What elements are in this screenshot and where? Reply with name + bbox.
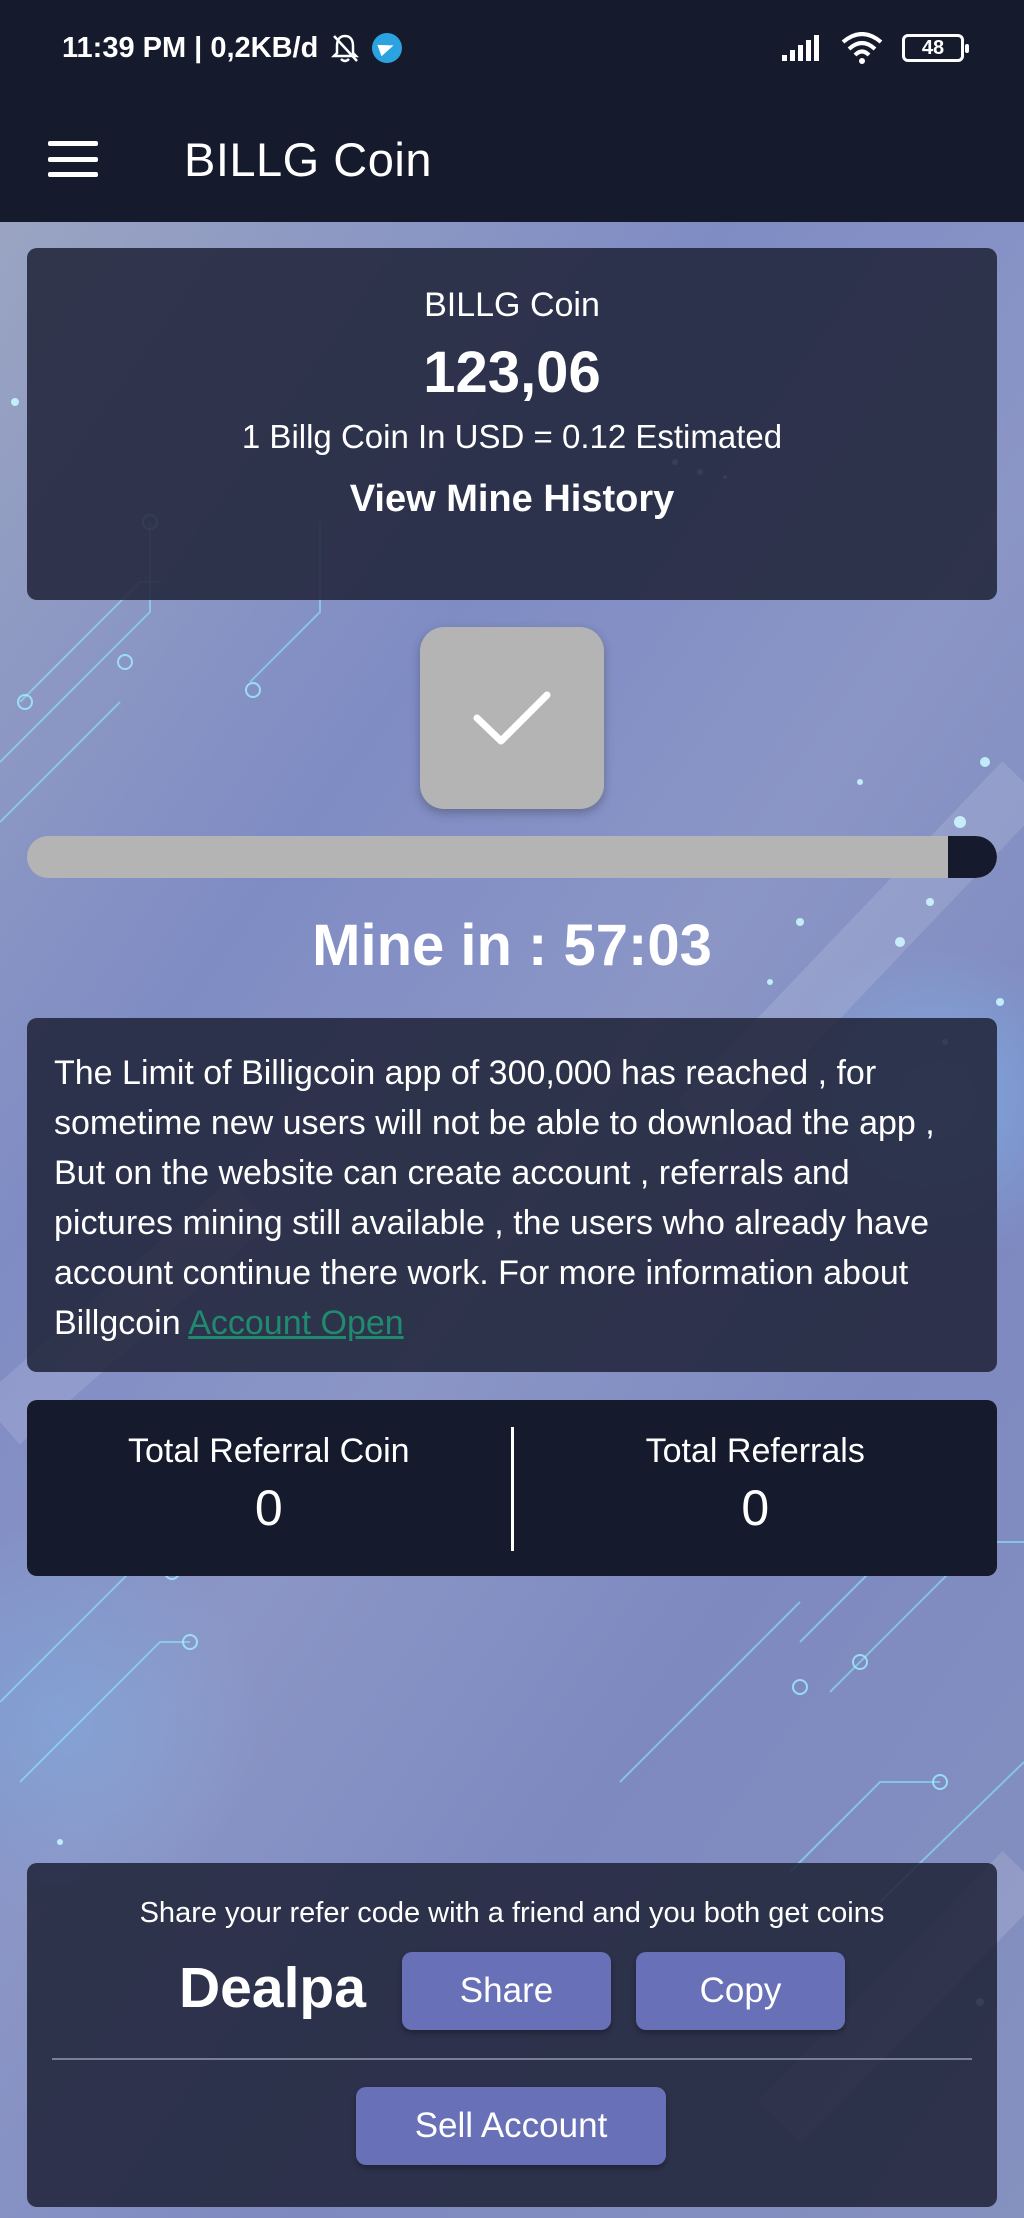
status-bar: 11:39 PM | 0,2KB/d 48: [0, 0, 1024, 96]
view-mine-history-link[interactable]: View Mine History: [27, 478, 997, 521]
bell-off-icon: [331, 34, 360, 63]
app-title: BILLG Coin: [184, 132, 432, 186]
notice-paragraph: The Limit of Billigcoin app of 300,000 h…: [54, 1048, 969, 1348]
status-right: 48: [782, 32, 969, 64]
telegram-icon: [372, 33, 403, 63]
mine-check-button[interactable]: [420, 627, 604, 809]
signal-icon: [782, 35, 819, 61]
status-left: 11:39 PM | 0,2KB/d: [62, 31, 403, 65]
total-referral-coin-label: Total Referral Coin: [127, 1432, 410, 1470]
balance-label: BILLG Coin: [424, 286, 600, 324]
total-referrals-value: 0: [741, 1480, 770, 1536]
total-referral-coin-value: 0: [254, 1480, 283, 1536]
share-card: Share your refer code with a friend and …: [27, 1863, 997, 2207]
app-bar: BILLG Coin: [0, 96, 1024, 222]
notice-card: The Limit of Billigcoin app of 300,000 h…: [27, 1018, 997, 1372]
balance-value: 123,06: [423, 340, 601, 405]
balance-card: BILLG Coin 123,06 1 Billg Coin In USD = …: [27, 248, 997, 600]
refer-code: Dealpa: [179, 1956, 366, 2020]
battery-icon: 48: [902, 34, 969, 62]
share-row: Dealpa Share Copy: [27, 1949, 997, 2031]
checkmark-icon: [473, 691, 551, 745]
share-instruction-text: Share your refer code with a friend and …: [139, 1897, 885, 1929]
status-time: 11:39 PM | 0,2KB/d: [62, 31, 319, 64]
hamburger-menu-icon[interactable]: [48, 141, 98, 177]
battery-level: 48: [921, 36, 945, 59]
share-divider: [52, 2058, 972, 2060]
mining-progress-bar: [27, 836, 997, 878]
referral-stats-card: Total Referral Coin 0 Total Referrals 0: [27, 1400, 997, 1576]
usd-rate-text: 1 Billg Coin In USD = 0.12 Estimated: [241, 418, 783, 455]
total-referrals: Total Referrals 0: [514, 1400, 998, 1576]
sell-account-button[interactable]: Sell Account: [356, 2087, 666, 2165]
copy-button[interactable]: Copy: [636, 1952, 845, 2030]
total-referral-coin: Total Referral Coin 0: [27, 1400, 511, 1576]
account-open-link[interactable]: Account Open: [188, 1304, 403, 1342]
notice-text: The Limit of Billigcoin app of 300,000 h…: [54, 1054, 935, 1342]
mining-progress-fill: [948, 836, 997, 878]
total-referrals-label: Total Referrals: [645, 1432, 865, 1470]
share-button[interactable]: Share: [402, 1952, 611, 2030]
mine-timer: Mine in : 57:03: [312, 913, 712, 978]
wifi-icon: [841, 32, 883, 64]
